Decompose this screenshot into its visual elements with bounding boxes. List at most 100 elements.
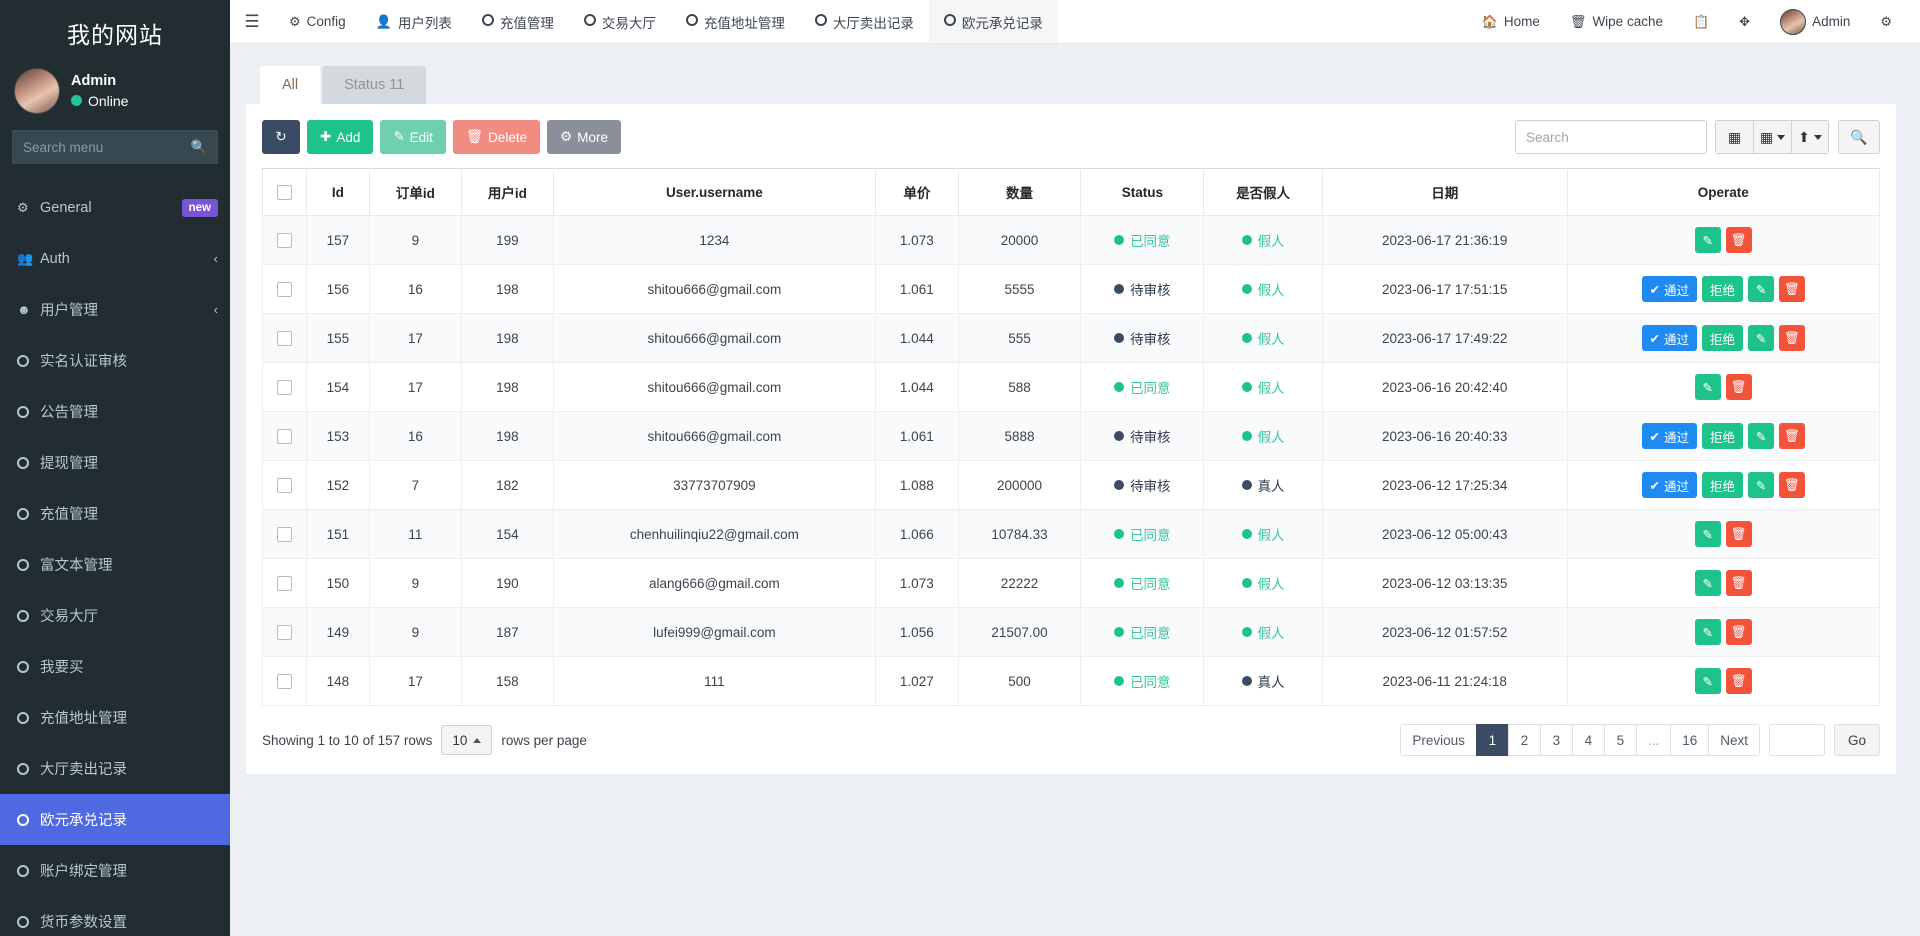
page-2[interactable]: 2 [1507, 724, 1540, 756]
account-menu[interactable]: Admin [1766, 0, 1864, 44]
column-header-日期[interactable]: 日期 [1321, 168, 1568, 216]
topnav-item-nav-5[interactable]: 大厅卖出记录 [800, 0, 929, 43]
table-row[interactable]: 153 16 198 shitou666@gmail.com 1.061 5888 待审核 假… [262, 411, 1881, 461]
table-row[interactable]: 155 17 198 shitou666@gmail.com 1.044 555 待审核 假人… [262, 313, 1881, 363]
menu-search[interactable]: 🔍 [12, 130, 218, 164]
row-checkbox[interactable] [277, 477, 292, 493]
table-row[interactable]: 149 9 187 lufei999@gmail.com 1.056 21507.00 已同… [262, 607, 1881, 657]
settings-button[interactable]: ⚙ [1866, 0, 1906, 44]
hamburger-icon[interactable]: ☰ [230, 0, 274, 43]
table-row[interactable]: 151 11 154 chenhuilinqiu22@gmail.com 1.066 10… [262, 509, 1881, 559]
row-delete-button[interactable]: 🗑 [1779, 276, 1806, 302]
page-4[interactable]: 4 [1571, 724, 1604, 756]
select-all-checkbox[interactable] [277, 184, 292, 200]
sidebar-item-item-6[interactable]: 充值管理 [0, 488, 230, 539]
edit-button[interactable]: ✎ Edit [380, 120, 446, 154]
reject-button[interactable]: 拒绝 [1702, 325, 1744, 351]
row-delete-button[interactable]: 🗑 [1779, 423, 1806, 449]
sidebar-item-item-2[interactable]: ☻ 用户管理 ‹ [0, 284, 230, 335]
column-header-是否假人[interactable]: 是否假人 [1203, 168, 1323, 216]
export-button[interactable]: ⬆ [1791, 120, 1829, 154]
row-delete-button[interactable]: 🗑 [1725, 374, 1752, 400]
sidebar-item-item-10[interactable]: 充值地址管理 [0, 692, 230, 743]
reject-button[interactable]: 拒绝 [1702, 472, 1744, 498]
home-link[interactable]: 🏠 Home [1468, 0, 1554, 44]
row-checkbox[interactable] [277, 624, 292, 640]
column-header-用户id[interactable]: 用户id [460, 168, 554, 216]
reject-button[interactable]: 拒绝 [1702, 423, 1744, 449]
column-header-数量[interactable]: 数量 [957, 168, 1082, 216]
row-checkbox[interactable] [277, 428, 292, 444]
row-edit-button[interactable]: ✎ [1694, 668, 1721, 694]
table-row[interactable]: 150 9 190 alang666@gmail.com 1.073 22222 已同意 假人… [262, 558, 1881, 608]
row-delete-button[interactable]: 🗑 [1779, 325, 1806, 351]
goto-page-input[interactable] [1768, 724, 1825, 756]
table-row[interactable]: 152 7 182 33773707909 1.088 200000 待审核 真人 2023-0… [262, 460, 1881, 510]
sidebar-item-item-14[interactable]: 货币参数设置 [0, 896, 230, 936]
column-header-订单id[interactable]: 订单id [368, 168, 462, 216]
column-header-operate[interactable]: Operate [1566, 168, 1881, 216]
refresh-button[interactable]: ↻ [262, 120, 300, 154]
row-edit-button[interactable]: ✎ [1748, 325, 1775, 351]
table-row[interactable]: 148 17 158 111 1.027 500 已同意 真人 2023-06-11 21:24… [262, 656, 1881, 706]
more-button[interactable]: ⚙ More [547, 120, 621, 154]
table-row[interactable]: 157 9 199 1234 1.073 20000 已同意 假人 2023-06-17 21:… [262, 215, 1881, 265]
topnav-item-nav-1[interactable]: 👤 用户列表 [361, 0, 467, 43]
row-delete-button[interactable]: 🗑 [1725, 570, 1752, 596]
row-checkbox[interactable] [277, 379, 292, 395]
row-edit-button[interactable]: ✎ [1694, 570, 1721, 596]
search-submit-button[interactable]: 🔍 [1838, 120, 1880, 154]
sidebar-item-item-3[interactable]: 实名认证审核 [0, 335, 230, 386]
row-delete-button[interactable]: 🗑 [1725, 521, 1752, 547]
row-edit-button[interactable]: ✎ [1748, 276, 1775, 302]
sidebar-item-auth[interactable]: 👥 Auth ‹ [0, 233, 230, 284]
topnav-item-nav-2[interactable]: 充值管理 [467, 0, 569, 43]
row-edit-button[interactable]: ✎ [1694, 374, 1721, 400]
go-button[interactable]: Go [1833, 724, 1880, 756]
tab-status-11[interactable]: Status 11 [322, 66, 427, 104]
page-3[interactable]: 3 [1539, 724, 1572, 756]
topnav-item-nav-3[interactable]: 交易大厅 [569, 0, 671, 43]
approve-button[interactable]: ✔ 通过 [1641, 423, 1698, 449]
row-checkbox[interactable] [277, 575, 292, 591]
column-header-status[interactable]: Status [1080, 168, 1205, 216]
sidebar-item-item-11[interactable]: 大厅卖出记录 [0, 743, 230, 794]
row-checkbox[interactable] [277, 232, 292, 248]
topnav-item-config[interactable]: ⚙ Config [274, 0, 361, 43]
rows-per-page-select[interactable]: 10 [441, 725, 493, 755]
user-panel[interactable]: Admin Online [0, 64, 230, 128]
sidebar-item-item-5[interactable]: 提现管理 [0, 437, 230, 488]
row-delete-button[interactable]: 🗑 [1725, 668, 1752, 694]
list-view-button[interactable]: ▦ [1715, 120, 1753, 154]
sidebar-item-item-9[interactable]: 我要买 [0, 641, 230, 692]
delete-button[interactable]: 🗑 Delete [452, 120, 541, 154]
sidebar-item-item-4[interactable]: 公告管理 [0, 386, 230, 437]
page-next[interactable]: Next [1708, 724, 1760, 756]
reject-button[interactable]: 拒绝 [1702, 276, 1744, 302]
approve-button[interactable]: ✔ 通过 [1641, 472, 1698, 498]
sidebar-item-item-7[interactable]: 富文本管理 [0, 539, 230, 590]
column-header-单价[interactable]: 单价 [874, 168, 959, 216]
approve-button[interactable]: ✔ 通过 [1641, 276, 1698, 302]
sidebar-item-item-12[interactable]: 欧元承兑记录 [0, 794, 230, 845]
row-edit-button[interactable]: ✎ [1748, 472, 1775, 498]
row-checkbox[interactable] [277, 673, 292, 689]
row-edit-button[interactable]: ✎ [1748, 423, 1775, 449]
search-input[interactable] [1515, 120, 1707, 154]
wipe-cache-button[interactable]: 🗑 Wipe cache [1556, 0, 1677, 44]
row-checkbox[interactable] [277, 330, 292, 346]
row-delete-button[interactable]: 🗑 [1725, 619, 1752, 645]
row-edit-button[interactable]: ✎ [1694, 227, 1721, 253]
columns-button[interactable]: ▦ [1753, 120, 1791, 154]
row-checkbox[interactable] [277, 526, 292, 542]
column-header-id[interactable]: Id [306, 168, 370, 216]
page-16[interactable]: 16 [1670, 724, 1709, 756]
approve-button[interactable]: ✔ 通过 [1641, 325, 1698, 351]
page-previous[interactable]: Previous [1400, 724, 1476, 756]
page-1[interactable]: 1 [1475, 724, 1508, 756]
topnav-item-nav-6[interactable]: 欧元承兑记录 [928, 0, 1058, 43]
sidebar-item-general[interactable]: ⚙ General new [0, 182, 230, 233]
page-5[interactable]: 5 [1603, 724, 1636, 756]
sidebar-item-item-13[interactable]: 账户绑定管理 [0, 845, 230, 896]
add-button[interactable]: ✚ Add [307, 120, 374, 154]
